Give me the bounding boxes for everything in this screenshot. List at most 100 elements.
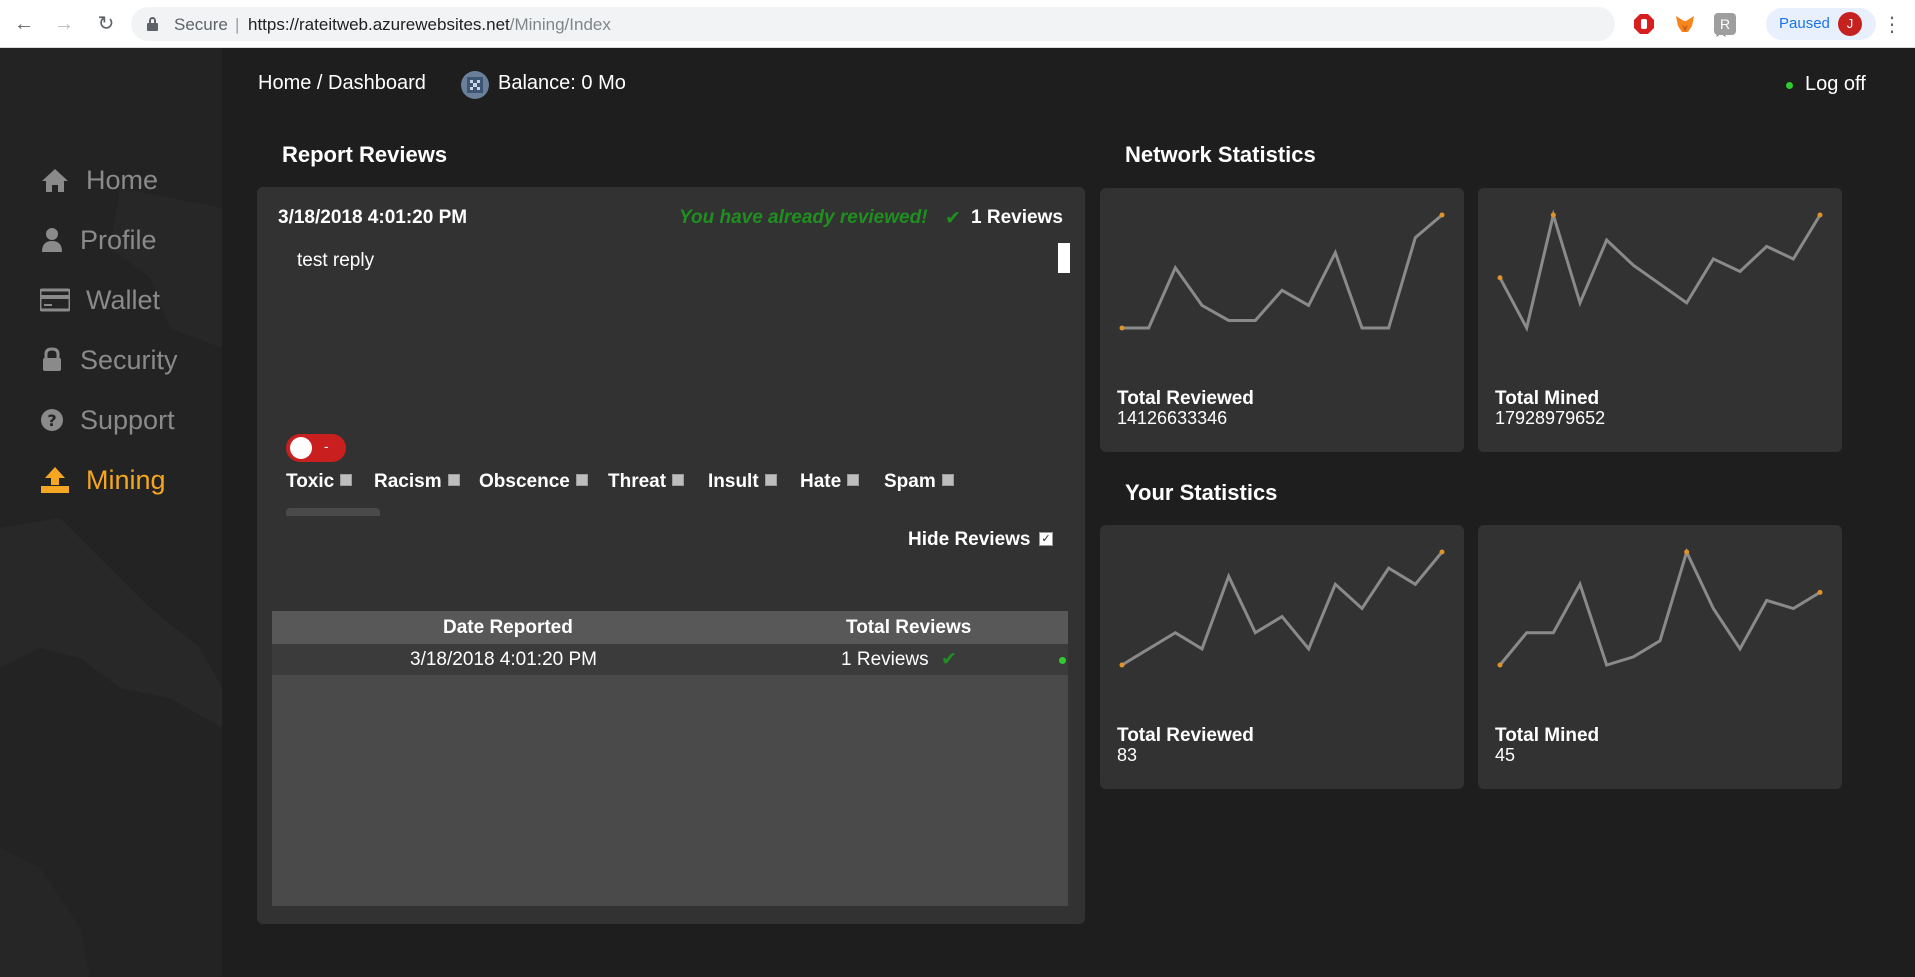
category-label: Racism <box>374 471 442 492</box>
online-status-dot <box>1786 82 1793 89</box>
checkmark-icon: ✔ <box>941 649 957 670</box>
address-bar[interactable]: Secure | https://rateitweb.azurewebsites… <box>131 7 1730 42</box>
row-status-dot <box>1059 657 1066 664</box>
sidebar-item-label: Wallet <box>86 284 161 315</box>
browser-toolbar: ← → ↻ Secure | https://rateitweb.azurewe… <box>0 0 1915 48</box>
category-checkbox[interactable] <box>340 474 353 486</box>
your-total-reviewed-card: Total Reviewed 83 <box>1100 525 1464 789</box>
data-point <box>1439 212 1445 218</box>
category-checkbox[interactable] <box>447 474 460 486</box>
lock-icon <box>40 346 64 374</box>
category-label: Toxic <box>286 471 335 492</box>
balance-text: Balance: 0 Mo <box>498 72 626 94</box>
sidebar-item-profile[interactable]: Profile <box>40 220 157 260</box>
series-line <box>1498 209 1822 333</box>
category-insult[interactable]: Insult <box>708 471 777 493</box>
review-toggle[interactable]: - <box>286 434 346 462</box>
stat-value: 17928979652 <box>1495 408 1606 428</box>
app-container: Home Profile Wallet Security ? Support M… <box>0 48 1915 977</box>
stat-value: 14126633346 <box>1117 408 1228 428</box>
review-text: test reply <box>297 250 375 271</box>
toggle-knob <box>290 437 312 459</box>
secure-label: Secure <box>174 15 228 34</box>
category-spam[interactable]: Spam <box>884 471 954 493</box>
forward-arrow-icon[interactable]: → <box>52 12 76 36</box>
network-total-mined-card: Total Mined 17928979652 <box>1478 188 1842 452</box>
home-icon <box>40 166 70 194</box>
sparkline-chart <box>1497 547 1823 668</box>
paused-label: Paused <box>1779 15 1830 32</box>
upload-icon <box>40 466 70 494</box>
table-row[interactable]: 3/18/2018 4:01:20 PM 1 Reviews ✔ <box>272 644 1068 675</box>
sidebar-item-home[interactable]: Home <box>40 160 158 200</box>
stat-label: Total Reviewed <box>1117 388 1254 409</box>
data-point <box>1817 212 1823 218</box>
profile-paused-button[interactable]: Paused J <box>1766 8 1876 40</box>
sidebar-item-mining[interactable]: Mining <box>40 460 166 500</box>
column-header-date[interactable]: Date Reported <box>443 617 573 639</box>
data-point <box>1550 212 1556 218</box>
credit-card-icon <box>38 286 72 314</box>
metamask-extension-icon[interactable] <box>1674 13 1696 35</box>
data-point <box>1817 589 1823 595</box>
category-threat[interactable]: Threat <box>608 471 685 493</box>
url-path: /Mining/Index <box>509 15 611 34</box>
category-checkbox[interactable] <box>575 474 588 486</box>
back-arrow-icon[interactable]: ← <box>12 12 36 36</box>
lock-icon <box>147 17 158 31</box>
column-header-reviews[interactable]: Total Reviews <box>846 617 971 639</box>
sidebar-item-security[interactable]: Security <box>40 340 178 380</box>
data-point <box>1439 549 1445 555</box>
category-label: Obscence <box>479 471 570 492</box>
svg-text:?: ? <box>47 411 56 430</box>
breadcrumb[interactable]: Home / Dashboard <box>258 72 426 95</box>
logoff-link[interactable]: Log off <box>1805 73 1866 96</box>
already-reviewed-message: You have already reviewed! <box>679 207 928 228</box>
reload-icon[interactable]: ↻ <box>94 12 118 36</box>
coin-icon <box>458 68 492 102</box>
browser-menu-icon[interactable]: ⋮ <box>1882 12 1902 37</box>
url-host: https://rateitweb.azurewebsites.net <box>248 15 510 34</box>
question-circle-icon: ? <box>40 406 64 434</box>
hide-reviews-checkbox[interactable]: ✓ <box>1039 532 1053 546</box>
toggle-label: - <box>324 438 329 454</box>
data-point <box>1119 662 1125 668</box>
sparkline-chart <box>1119 212 1445 331</box>
category-obscence[interactable]: Obscence <box>479 471 588 493</box>
sidebar-item-label: Support <box>80 404 175 435</box>
table-body <box>272 675 1068 906</box>
submit-bar[interactable] <box>286 508 380 516</box>
stat-value: 45 <box>1495 745 1516 765</box>
category-racism[interactable]: Racism <box>374 471 460 493</box>
sidebar-item-label: Profile <box>80 224 157 255</box>
stat-label: Total Mined <box>1495 725 1600 746</box>
category-checkbox[interactable] <box>941 474 954 486</box>
adblock-extension-icon[interactable] <box>1633 13 1655 35</box>
r-extension-icon[interactable]: R <box>1714 13 1736 35</box>
network-total-reviewed-card: Total Reviewed 14126633346 <box>1100 188 1464 452</box>
category-label: Hate <box>800 471 842 492</box>
hide-reviews-label: Hide Reviews <box>908 529 1031 550</box>
sidebar: Home Profile Wallet Security ? Support M… <box>0 48 222 977</box>
report-panel: 3/18/2018 4:01:20 PM You have already re… <box>257 187 1085 924</box>
table-header: Date Reported Total Reviews <box>272 611 1068 644</box>
data-point <box>1684 549 1690 555</box>
sidebar-item-support[interactable]: ? Support <box>40 400 175 440</box>
stat-label: Total Reviewed <box>1117 725 1254 746</box>
category-toxic[interactable]: Toxic <box>286 471 353 493</box>
text-scrollbar[interactable] <box>1058 243 1070 273</box>
category-hate[interactable]: Hate <box>800 471 860 493</box>
row-date: 3/18/2018 4:01:20 PM <box>410 649 597 670</box>
your-total-mined-card: Total Mined 45 <box>1478 525 1842 789</box>
url-text: https://rateitweb.azurewebsites.net/Mini… <box>248 15 611 35</box>
url-separator: | <box>235 15 240 34</box>
network-statistics-title: Network Statistics <box>1125 142 1316 167</box>
category-checkbox[interactable] <box>672 474 685 486</box>
data-point <box>1119 325 1125 331</box>
category-checkbox[interactable] <box>847 474 860 486</box>
category-checkbox[interactable] <box>764 474 777 486</box>
report-reviews-title: Report Reviews <box>282 142 448 167</box>
sidebar-item-label: Home <box>86 164 159 195</box>
sidebar-item-wallet[interactable]: Wallet <box>38 280 161 320</box>
stat-label: Total Mined <box>1495 388 1600 409</box>
